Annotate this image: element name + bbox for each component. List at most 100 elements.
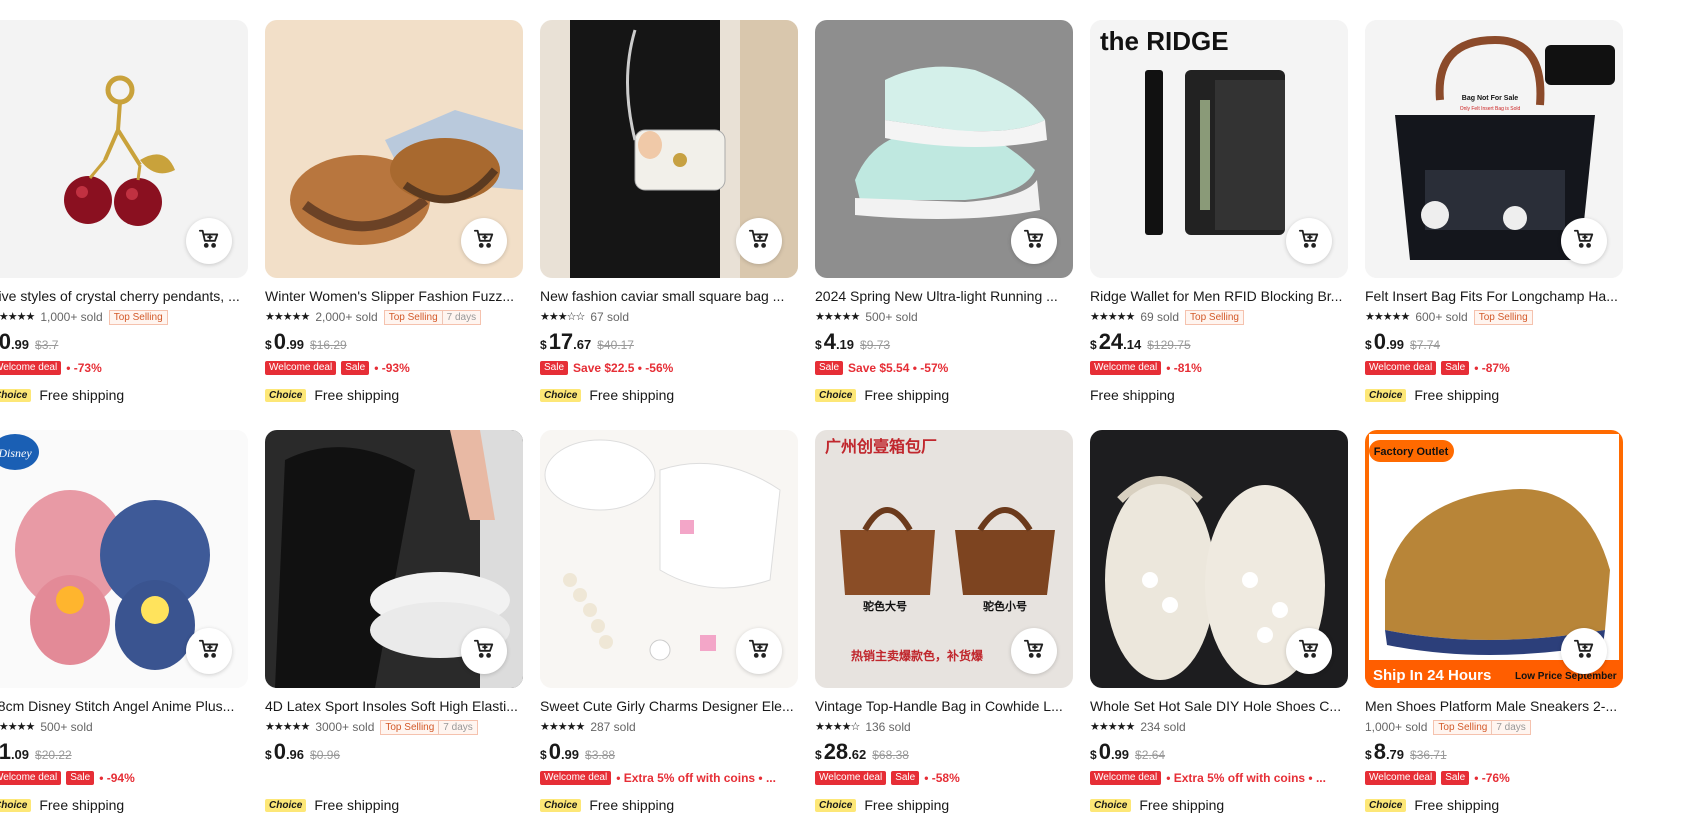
product-card[interactable]: Bag Not For Sale Only Felt Insert Bag is… [1365,20,1623,430]
add-to-cart-button[interactable] [1011,628,1057,674]
product-title[interactable]: Vintage Top-Handle Bag in Cowhide L... [815,697,1073,715]
product-card[interactable]: the RIDGE Ridge Wallet for Men RFID Bloc… [1090,20,1348,430]
product-image[interactable] [540,430,798,688]
shipping-row: Choice Free shipping [540,796,798,814]
shipping-row: Choice Free shipping [0,796,248,814]
product-image[interactable] [265,430,523,688]
product-meta: 1,000+ sold Top Selling 7 days [1365,719,1623,735]
product-image[interactable]: Disney [0,430,248,688]
price-cents: .96 [285,747,305,762]
product-card[interactable]: Whole Set Hot Sale DIY Hole Shoes C... ★… [1090,430,1348,822]
badge-welcome-deal: Welcome deal [815,771,887,785]
product-image[interactable] [0,20,248,278]
product-title[interactable]: 4D Latex Sport Insoles Soft High Elasti.… [265,697,523,715]
product-card[interactable]: Five styles of crystal cherry pendants, … [0,20,248,430]
rating-stars: ★★★☆☆ [540,311,585,323]
product-title[interactable]: 28cm Disney Stitch Angel Anime Plus... [0,697,248,715]
image-shape [126,188,138,200]
top-selling-tag: Top Selling [108,309,168,325]
add-to-cart-button[interactable] [186,218,232,264]
product-image[interactable]: the RIDGE [1090,20,1348,278]
original-price: $2.64 [1135,748,1166,762]
image-text-brand-text: the RIDGE [1100,26,1229,56]
product-title[interactable]: Felt Insert Bag Fits For Longchamp Ha... [1365,287,1623,305]
add-to-cart-button[interactable] [1286,218,1332,264]
original-price: $20.22 [35,748,72,762]
price-cents: .99 [560,747,580,762]
product-card[interactable]: 2024 Spring New Ultra-light Running ... … [815,20,1073,430]
shipping-text: Free shipping [864,387,950,403]
currency-symbol: $ [1365,338,1372,352]
top-selling-tag: Top Selling 7 days [383,309,482,325]
rating-stars: ★★★★★ [1365,311,1410,323]
image-shape [390,138,500,202]
product-card[interactable]: Disney 28cm Disney Stitch Angel Anime Pl… [0,430,248,822]
cart-plus-icon [748,228,770,255]
product-title[interactable]: Five styles of crystal cherry pendants, … [0,287,248,305]
price-row: $ 0 .99 $7.74 [1365,331,1623,355]
product-card[interactable]: Factory Outlet Ship In 24 Hours Low Pric… [1365,430,1623,822]
rating-stars: ★★★★★ [265,311,310,323]
original-price: $7.74 [1410,338,1441,352]
cart-plus-icon [1298,638,1320,665]
choice-badge: Choice [540,798,582,812]
price-row: $ 0 .99 $3.88 [540,741,798,765]
rating-stars: ★★★★★ [1090,721,1135,733]
add-to-cart-button[interactable] [1011,218,1057,264]
price-row: $ 8 .79 $36.71 [1365,741,1623,765]
shipping-row: Choice Free shipping [1365,796,1623,814]
product-image[interactable] [1090,430,1348,688]
image-shape [1105,480,1215,680]
product-image[interactable]: Factory Outlet Ship In 24 Hours Low Pric… [1365,430,1623,688]
original-price: $129.75 [1147,338,1191,352]
price-row: $ 4 .19 $9.73 [815,331,1073,355]
add-to-cart-button[interactable] [461,628,507,674]
sold-count: 500+ sold [40,720,93,734]
product-title[interactable]: Sweet Cute Girly Charms Designer Ele... [540,697,798,715]
add-to-cart-button[interactable] [1286,628,1332,674]
add-to-cart-button[interactable] [1561,218,1607,264]
deal-row: Welcome deal • -81% [1090,360,1348,376]
original-price: $0.96 [310,748,341,762]
price-main: 0 [273,739,286,764]
price-cents: .14 [1123,337,1142,352]
product-card[interactable]: Sweet Cute Girly Charms Designer Ele... … [540,430,798,822]
add-to-cart-button[interactable] [1561,628,1607,674]
cart-plus-icon [198,228,220,255]
add-to-cart-button[interactable] [186,628,232,674]
deal-text: • -58% [924,771,960,785]
price-main: 0 [1098,739,1111,764]
image-text-banner-bottom: Ship In 24 Hours [1373,667,1491,684]
deal-text: • -76% [1474,771,1510,785]
product-title[interactable]: Whole Set Hot Sale DIY Hole Shoes C... [1090,697,1348,715]
product-image[interactable] [815,20,1073,278]
add-to-cart-button[interactable] [736,628,782,674]
product-card[interactable]: New fashion caviar small square bag ... … [540,20,798,430]
product-card[interactable]: Winter Women's Slipper Fashion Fuzz... ★… [265,20,523,430]
image-shape [659,462,781,589]
image-shape [141,596,169,624]
product-title[interactable]: 2024 Spring New Ultra-light Running ... [815,287,1073,305]
add-to-cart-button[interactable] [461,218,507,264]
product-image[interactable]: Bag Not For Sale Only Felt Insert Bag is… [1365,20,1623,278]
shipping-row: Choice Free shipping [265,386,523,404]
product-image[interactable] [265,20,523,278]
badge-welcome-deal: Welcome deal [1365,361,1437,375]
product-title[interactable]: Winter Women's Slipper Fashion Fuzz... [265,287,523,305]
product-title[interactable]: Men Shoes Platform Male Sneakers 2-... [1365,697,1623,715]
add-to-cart-button[interactable] [736,218,782,264]
product-card[interactable]: 广州创壹箱包厂 驼色大号 驼色小号 热销主卖爆款色，补货爆 Vintage To… [815,430,1073,822]
cart-plus-icon [1573,638,1595,665]
product-image[interactable] [540,20,798,278]
image-shape [114,178,162,226]
product-title[interactable]: Ridge Wallet for Men RFID Blocking Br... [1090,287,1348,305]
product-image[interactable]: 广州创壹箱包厂 驼色大号 驼色小号 热销主卖爆款色，补货爆 [815,430,1073,688]
image-text-note-line1: Bag Not For Sale [1462,95,1519,102]
badge-welcome-deal: Welcome deal [1365,771,1437,785]
product-card[interactable]: 4D Latex Sport Insoles Soft High Elasti.… [265,430,523,822]
image-shape [56,586,84,614]
original-price: $68.38 [872,748,909,762]
product-title[interactable]: New fashion caviar small square bag ... [540,287,798,305]
badge-welcome-deal: Welcome deal [0,771,62,785]
shipping-text: Free shipping [1090,387,1175,403]
